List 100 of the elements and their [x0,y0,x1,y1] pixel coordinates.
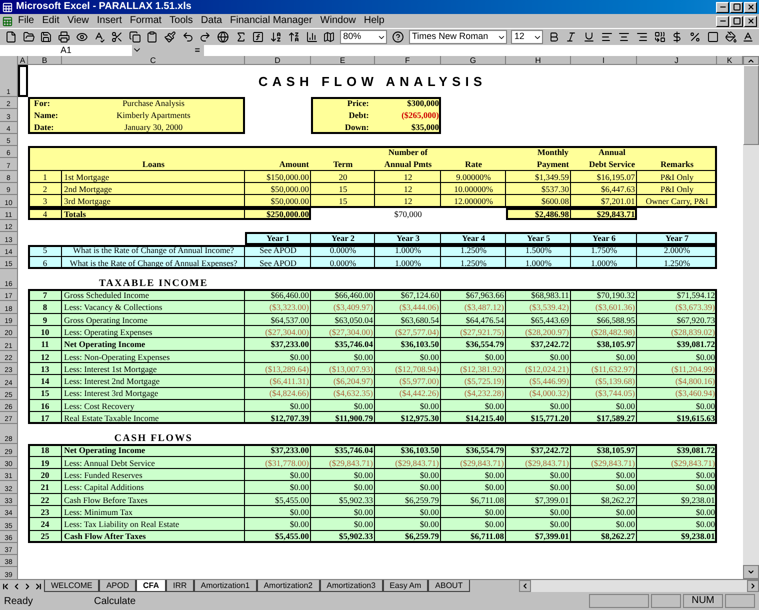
menu-item[interactable]: Help [360,16,388,26]
sheet-cell: Less: Interest 1st Mortgage [62,362,245,376]
formula-input[interactable] [204,45,759,56]
column-header: Annual Debt Service [571,146,637,171]
column-header: Remarks [637,146,717,171]
sheet-cell: $0.00 [375,518,441,530]
scroll-right-icon[interactable] [749,582,757,590]
sheet-tab[interactable]: Amortization1 [194,580,257,592]
close-icon [746,3,754,11]
sheet-cell: Name: [28,109,62,122]
horizontal-scrollbar[interactable] [519,580,759,592]
sheet-cell: 10.00000% [441,183,506,196]
active-cell[interactable] [18,65,28,97]
minimize-button[interactable] [716,16,729,26]
sheet-cell: ($4,632.35) [311,388,375,400]
sheet-cell: ($3,487.12) [441,301,506,314]
sheet-cell: $8,262.27 [571,494,637,506]
sheet-cell: 2nd Mortgage [62,183,245,196]
sheet-cell: Cash Flow Before Taxes [62,494,245,506]
sheet-cell: $0.00 [375,350,441,363]
close-button[interactable] [744,16,757,26]
formula-equals: = [194,45,201,56]
maximize-icon [732,3,740,11]
sheet-tab[interactable]: IRR [166,580,194,592]
sheet-cell: ($5,139.68) [571,375,637,388]
sheet-cell: 14 [28,375,62,388]
sheet-cell: ($3,409.97) [311,301,375,314]
sheet-cell: $0.00 [245,481,311,494]
sheet-cell: $37,242.72 [506,338,571,351]
menu-item[interactable]: Format [126,16,165,26]
column-header: Loans [62,146,245,171]
minimize-button[interactable] [716,2,729,12]
sheet-cell: ($4,000.32) [506,388,571,400]
scroll-down-icon[interactable] [747,568,755,576]
sheet-cell: $0.00 [637,350,717,363]
sheet-cell: ($12,024.21) [506,362,571,376]
menu-item[interactable]: Financial Manager [227,16,316,26]
close-button[interactable] [744,2,757,12]
sheet-cell: ($3,323.00) [245,301,311,314]
menu-item[interactable]: Edit [39,16,62,26]
close-icon [746,17,754,25]
sheet-cell: Debt: [311,109,375,122]
sheet-cell: $63,050.04 [311,314,375,326]
menu-item[interactable]: Data [198,16,226,26]
sheet-cell: $7,399.01 [506,494,571,506]
sheet-cell: ($29,843.71) [506,456,571,470]
column-header: Rate [441,146,506,171]
sheet-cell: 9.00000% [441,170,506,184]
sheet-cell: $0.00 [571,400,637,412]
sheet-tab[interactable]: APOD [99,580,136,592]
sheet-cell: ($13,289.64) [245,362,311,376]
sheet-tab[interactable]: CFA [136,580,166,592]
menu-item[interactable]: Insert [94,16,125,26]
sheet-cell: $0.00 [311,400,375,412]
sheet-cell: ($31,778.00) [245,456,311,470]
sheet-cell: $0.00 [506,469,571,482]
sheet-cell: ($27,577.04) [375,326,441,338]
sheet-cell: ($11,632.97) [571,362,637,376]
menu-item[interactable]: View [64,16,92,26]
sheet-tab[interactable]: ABOUT [428,580,470,592]
sheet-tab[interactable]: Easy Am [382,580,428,592]
sheet-cell: ($29,843.71) [571,456,637,470]
vertical-scrollbar[interactable] [743,65,759,579]
sheet-cell: $5,902.33 [311,494,375,506]
sheet-tab[interactable]: Amortization2 [256,580,320,592]
font-dropdown[interactable]: Times New Roman [408,30,508,44]
restore-button[interactable] [730,16,743,26]
sheet-cell: $0.00 [311,481,375,494]
sheet-cell: Less: Capital Additions [62,481,245,494]
name-box[interactable]: A1 [0,45,132,56]
zoom-dropdown[interactable]: 80% [340,30,388,44]
maximize-button[interactable] [730,2,743,12]
sheet-tab[interactable]: Amortization3 [320,580,383,592]
menu-item[interactable]: Tools [166,16,196,26]
scroll-thumb[interactable] [743,65,759,145]
sheet-cell: ($6,204.97) [311,375,375,388]
sheet-cell: $16,195.07 [571,170,637,184]
scroll-up-icon[interactable] [743,56,759,65]
sheet-cell: 20 [28,469,62,482]
sheet-cell: ($5,977.00) [375,375,441,388]
sheet-cell: $39,081.72 [637,338,717,351]
sheet-cell: ($28,200.97) [506,326,571,338]
sheet-cell: Less: Non-Operating Expenses [62,350,245,363]
sheet-cell: $0.00 [506,506,571,518]
sheet-cell: ($3,539.42) [506,301,571,314]
sheet-cell: Gross Operating Income [62,314,245,326]
sheet-cell: $9,238.01 [637,494,717,506]
menu-item[interactable]: Window [317,16,359,26]
sheet-cell: $0.00 [441,481,506,494]
sheet-cell: $0.00 [375,469,441,482]
sheet-cell: ($29,843.71) [375,456,441,470]
sheet-tab[interactable]: WELCOME [44,580,100,592]
menu-item[interactable]: File [15,16,38,26]
scroll-left-icon[interactable] [521,582,529,590]
sheet-cell: $6,447.63 [571,183,637,196]
sheet-cell: 20 [311,170,375,184]
sheet-cell: Less: Annual Debt Service [62,456,245,470]
column-letter[interactable]: A [18,56,28,65]
column-header: Monthly Payment [506,146,571,171]
font-size-dropdown[interactable]: 12 [511,30,543,44]
